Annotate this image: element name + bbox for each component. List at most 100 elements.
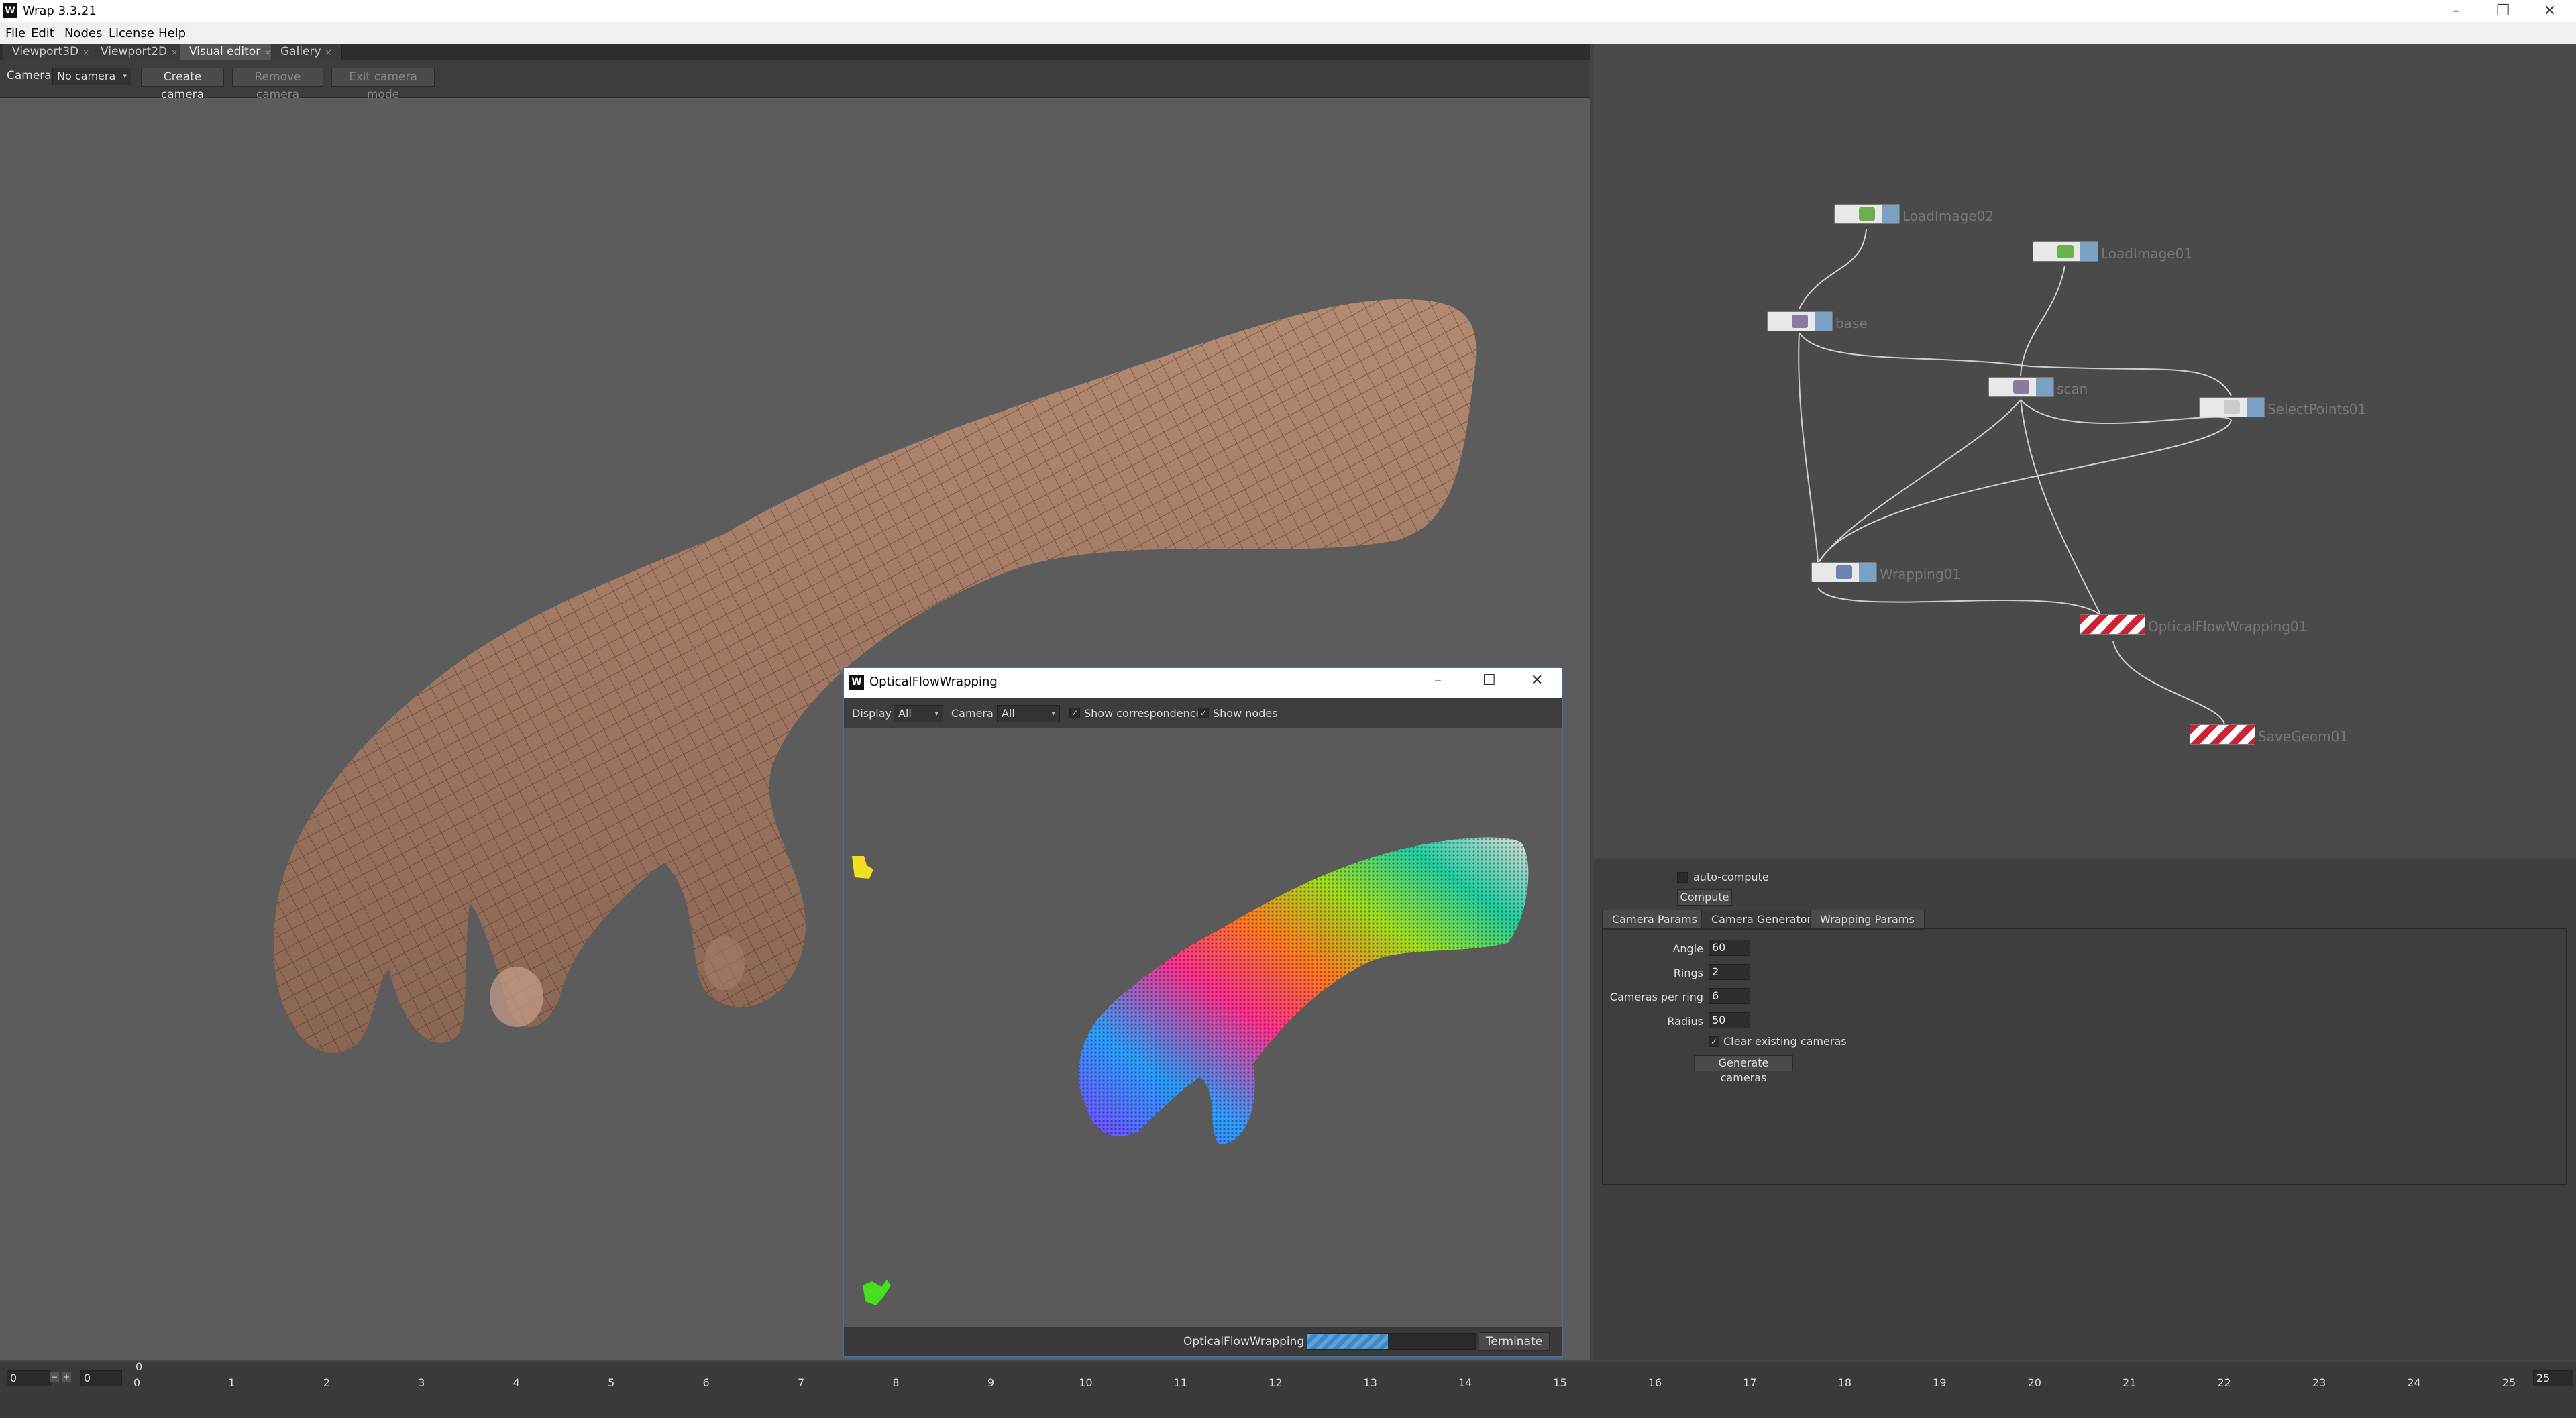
tab-viewport3d[interactable]: Viewport3D × (3, 44, 100, 60)
tab-close-icon[interactable]: × (325, 48, 332, 57)
angle-label: Angle (1672, 942, 1703, 955)
node-loadimage01[interactable] (2033, 241, 2098, 262)
timeline-tick: 20 (2027, 1376, 2041, 1389)
display-select[interactable]: All ▾ (894, 705, 943, 722)
node-label-loadimage01: LoadImage01 (2101, 246, 2193, 262)
tab-camera-params[interactable]: Camera Params (1602, 910, 1707, 930)
node-label-wrapping01: Wrapping01 (1880, 566, 1962, 582)
remove-camera-button[interactable]: Remove camera (232, 68, 323, 101)
menu-help[interactable]: Help (158, 26, 186, 40)
node-label-opticalflowwrapping01: OpticalFlowWrapping01 (2148, 618, 2308, 635)
timeline-tick: 2 (323, 1376, 330, 1389)
tab-wrapping-params[interactable]: Wrapping Params (1810, 910, 1925, 930)
image-icon (2057, 245, 2074, 258)
radius-input[interactable]: 50 (1709, 1012, 1750, 1028)
camera-select-value: No camera (57, 70, 116, 83)
node-handle (1859, 563, 1876, 582)
node-savegeom01[interactable] (2190, 724, 2255, 745)
radius-label: Radius (1667, 1015, 1703, 1028)
menubar: File Edit Nodes License Help (0, 22, 2576, 44)
display-label: Display (852, 707, 892, 720)
rings-label: Rings (1673, 967, 1703, 979)
tab-visual-editor[interactable]: Visual editor × (180, 44, 282, 60)
tab-close-icon[interactable]: × (171, 48, 178, 57)
maximize-icon[interactable]: ☐ (1483, 672, 1496, 689)
close-icon[interactable]: ✕ (1531, 672, 1543, 689)
terminate-button[interactable]: Terminate (1479, 1332, 1550, 1351)
angle-input[interactable]: 60 (1709, 940, 1750, 956)
menu-edit[interactable]: Edit (31, 26, 54, 40)
tab-camera-generator[interactable]: Camera Generator (1701, 910, 1822, 930)
node-handle (2080, 242, 2098, 261)
dialog-camera-select[interactable]: All ▾ (997, 705, 1060, 722)
timeline-tick: 18 (1837, 1376, 1852, 1389)
timeline-tick: 6 (702, 1376, 710, 1389)
tab-close-icon[interactable]: × (83, 48, 89, 57)
image-icon (1859, 207, 1875, 221)
clear-existing-cameras-checkbox[interactable]: ✓ (1709, 1036, 1719, 1047)
tab-gallery[interactable]: Gallery × (271, 44, 342, 60)
tab-close-icon[interactable]: × (264, 48, 271, 57)
exit-camera-mode-button[interactable]: Exit camera mode (331, 68, 435, 101)
camera-select[interactable]: No camera ▾ (52, 68, 131, 85)
timeline-tick: 5 (608, 1376, 615, 1389)
node-label-selectpoints01: SelectPoints01 (2267, 401, 2367, 417)
tab-label: Viewport3D (12, 45, 79, 58)
generate-cameras-button[interactable]: Generate cameras (1694, 1055, 1793, 1084)
timeline-tick: 0 (133, 1376, 141, 1389)
auto-compute-label: auto-compute (1693, 871, 1769, 883)
node-base[interactable] (1767, 311, 1833, 331)
current-frame-input[interactable]: 0 (80, 1370, 122, 1386)
minus-icon[interactable]: − (50, 1372, 59, 1382)
select-points-icon (2224, 400, 2240, 414)
app-logo-icon: W (3, 3, 17, 18)
progress-fill (1307, 1334, 1388, 1349)
chevron-down-icon: ▾ (934, 709, 938, 718)
node-connections (1798, 229, 2232, 726)
timeline-tick: 16 (1648, 1376, 1662, 1389)
properties-panel: auto-compute Compute Camera Params Camer… (1594, 859, 2576, 1360)
props-tabbar: Camera Params Camera Generator Wrapping … (1602, 910, 2568, 930)
app-logo-icon: W (849, 675, 864, 690)
node-loadimage02[interactable] (1834, 204, 1900, 224)
dialog-toolbar: Display All ▾ Camera All ▾ ✓ Show corres… (844, 698, 1562, 728)
menu-nodes[interactable]: Nodes (64, 26, 102, 40)
show-correspondences-checkbox[interactable]: ✓ (1069, 708, 1080, 718)
plus-icon[interactable]: + (62, 1372, 71, 1382)
node-graph-editor[interactable]: LoadImage02 LoadImage01 base scan Select… (1594, 44, 2576, 857)
progress-bar (1307, 1333, 1476, 1350)
camera-generator-page: Angle 60 Rings 2 Cameras per ring 6 Radi… (1602, 928, 2567, 1185)
node-scan[interactable] (1988, 377, 2054, 397)
create-camera-button[interactable]: Create camera (141, 68, 224, 101)
show-nodes-checkbox[interactable]: ✓ (1198, 708, 1209, 718)
tab-viewport2d[interactable]: Viewport2D × (91, 44, 189, 60)
minimize-icon[interactable]: – (1434, 672, 1442, 689)
end-frame-input[interactable]: 25 (2533, 1370, 2573, 1386)
node-label-savegeom01: SaveGeom01 (2258, 728, 2349, 745)
point-cloud-hand (1079, 837, 1529, 1144)
auto-compute-checkbox[interactable] (1677, 872, 1688, 883)
window-title: Wrap 3.3.21 (23, 4, 97, 18)
cameras-per-ring-input[interactable]: 6 (1709, 988, 1750, 1004)
camera-toolbar: Camera No camera ▾ Create camera Remove … (0, 60, 1590, 101)
timeline-tick: 8 (892, 1376, 900, 1389)
node-handle (2036, 378, 2053, 396)
timeline-track[interactable]: 0 1 2 3 4 5 6 7 8 9 10 11 12 13 14 15 16 17 18 19 20 21 22 23 24… (133, 1372, 2516, 1393)
dialog-title: OpticalFlowWrapping (869, 675, 998, 689)
node-handle (1815, 312, 1832, 331)
minimize-icon[interactable]: – (2432, 0, 2479, 22)
rings-input[interactable]: 2 (1709, 964, 1750, 980)
node-opticalflowwrapping01[interactable] (2080, 614, 2145, 635)
correspondence-view[interactable] (844, 728, 1562, 1327)
node-wrapping01[interactable] (1811, 562, 1877, 582)
start-frame-input[interactable]: 0 (7, 1370, 51, 1386)
menu-license[interactable]: License (109, 26, 154, 40)
show-correspondences-label: Show correspondences (1084, 707, 1208, 720)
restore-icon[interactable]: ❐ (2479, 0, 2526, 22)
compute-button[interactable]: Compute (1677, 889, 1732, 906)
dialog-statusbar: OpticalFlowWrapping Terminate (844, 1327, 1562, 1356)
node-selectpoints01[interactable] (2199, 397, 2265, 417)
menu-file[interactable]: File (5, 26, 25, 40)
close-icon[interactable]: ✕ (2526, 0, 2573, 22)
geometry-icon (1792, 315, 1808, 328)
